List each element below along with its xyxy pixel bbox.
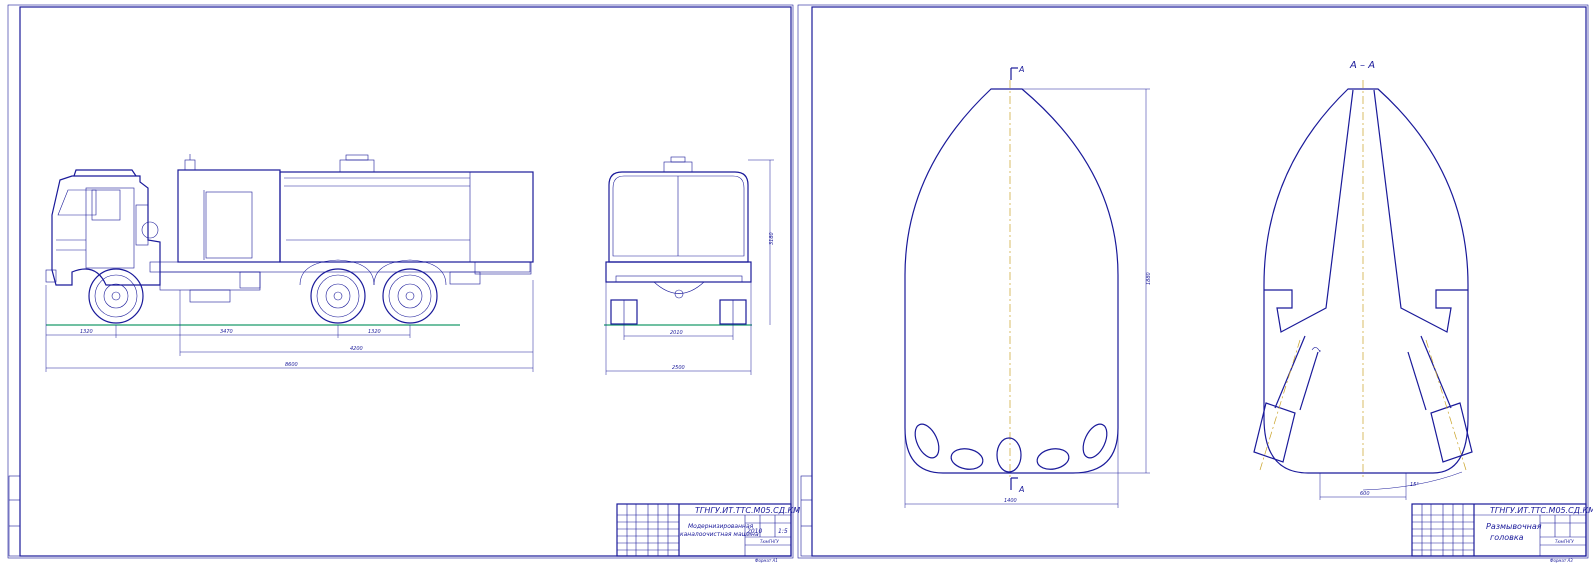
dim-nozzle-width: 1400 — [1004, 498, 1017, 504]
cut-mark-bottom: А — [1018, 485, 1024, 494]
sheet-2-binding-strip — [800, 475, 813, 557]
sheet-2-org: ТюмГНГУ — [1555, 539, 1574, 544]
nozzle-outlet-3 — [996, 437, 1022, 473]
dim-wheelbase: 3470 — [220, 329, 233, 335]
tank-hatch — [339, 159, 375, 173]
sheet-1-name-line-1: Модернизированная — [688, 523, 754, 530]
cut-mark-top: А — [1018, 65, 1024, 74]
dim-bogie: 1320 — [368, 329, 381, 335]
dim-front-overhang: 1320 — [80, 329, 93, 335]
nozzle-head-outline — [904, 88, 1119, 474]
front-wheel — [88, 268, 144, 324]
dim-section-inner-width: 600 — [1360, 491, 1370, 497]
section-nozzle-left — [1253, 402, 1296, 463]
dim-section-angle: 15° — [1410, 482, 1419, 488]
dim-nozzle-height: 1880 — [1146, 272, 1152, 285]
sheet-2: А А 1880 1400 А – А 600 15° ТГНГУ.ИТ.ТТС… — [797, 4, 1593, 563]
sheet-1-doc-code: ТГНГУ.ИТ.ТТС.М05.СД.КМ — [695, 506, 800, 515]
tank-rear-face — [608, 171, 749, 263]
chassis-frame — [149, 261, 531, 273]
sheet-1: 1320 3470 1320 4200 8600 3180 2010 2500 … — [7, 4, 800, 563]
section-label: А – А — [1349, 60, 1375, 71]
sheet-1-org: ТюмГНГУ — [760, 539, 779, 544]
cab-door — [85, 187, 135, 269]
nozzle-head-view: А А 1880 1400 — [904, 65, 1152, 508]
rear-dimensions: 3180 2010 2500 — [605, 159, 775, 375]
dim-height: 3180 — [769, 232, 775, 245]
section-nozzle-right — [1430, 402, 1473, 463]
nozzle-outlet-2 — [950, 448, 984, 470]
title-block-sheet-2: ТГНГУ.ИТ.ТТС.М05.СД.КМ Размывочная голов… — [1411, 503, 1593, 563]
nozzle-outlet-5 — [1082, 423, 1108, 459]
nozzle-outlet-1 — [914, 423, 940, 459]
title-block-sheet-1: ТГНГУ.ИТ.ТТС.М05.СД.КМ Модернизированная… — [616, 503, 800, 563]
sheet-2-name-line-1: Размывочная — [1486, 522, 1542, 531]
sheet-1-mass: 2010 — [747, 528, 762, 535]
dim-width: 2500 — [672, 365, 685, 371]
sheet-1-format: Формат А1 — [755, 558, 778, 563]
rear-bumper — [605, 261, 752, 283]
compartment-door — [205, 191, 253, 259]
rear-wheel-2 — [382, 268, 438, 324]
section-a-a: А – А 600 15° — [1253, 60, 1473, 500]
truck-cab — [51, 175, 161, 286]
dim-overall-length: 8600 — [285, 362, 298, 368]
sheet-2-format: Формат А3 — [1550, 558, 1573, 563]
truck-rear-view: 3180 2010 2500 — [604, 156, 775, 375]
tank-body — [279, 171, 534, 263]
sheet-1-binding-strip — [8, 475, 21, 557]
sheet-1-scale: 1:5 — [778, 528, 788, 535]
dim-track: 2010 — [670, 330, 683, 336]
rear-wheel-1 — [310, 268, 366, 324]
sheet-2-doc-code: ТГНГУ.ИТ.ТТС.М05.СД.КМ — [1490, 506, 1593, 515]
rear-hatch — [663, 161, 693, 173]
equipment-compartment — [177, 169, 281, 263]
sheet-2-outer-border — [797, 4, 1589, 559]
truck-side-view: 1320 3470 1320 4200 8600 — [45, 154, 534, 372]
sheet-2-frame — [811, 6, 1587, 557]
dim-body-length: 4200 — [350, 346, 363, 352]
nozzle-outlet-4 — [1036, 448, 1070, 470]
cab-windshield — [57, 189, 97, 216]
drawing-canvas: 1320 3470 1320 4200 8600 3180 2010 2500 … — [7, 4, 1593, 563]
sheet-2-name-line-2: головка — [1490, 533, 1524, 542]
